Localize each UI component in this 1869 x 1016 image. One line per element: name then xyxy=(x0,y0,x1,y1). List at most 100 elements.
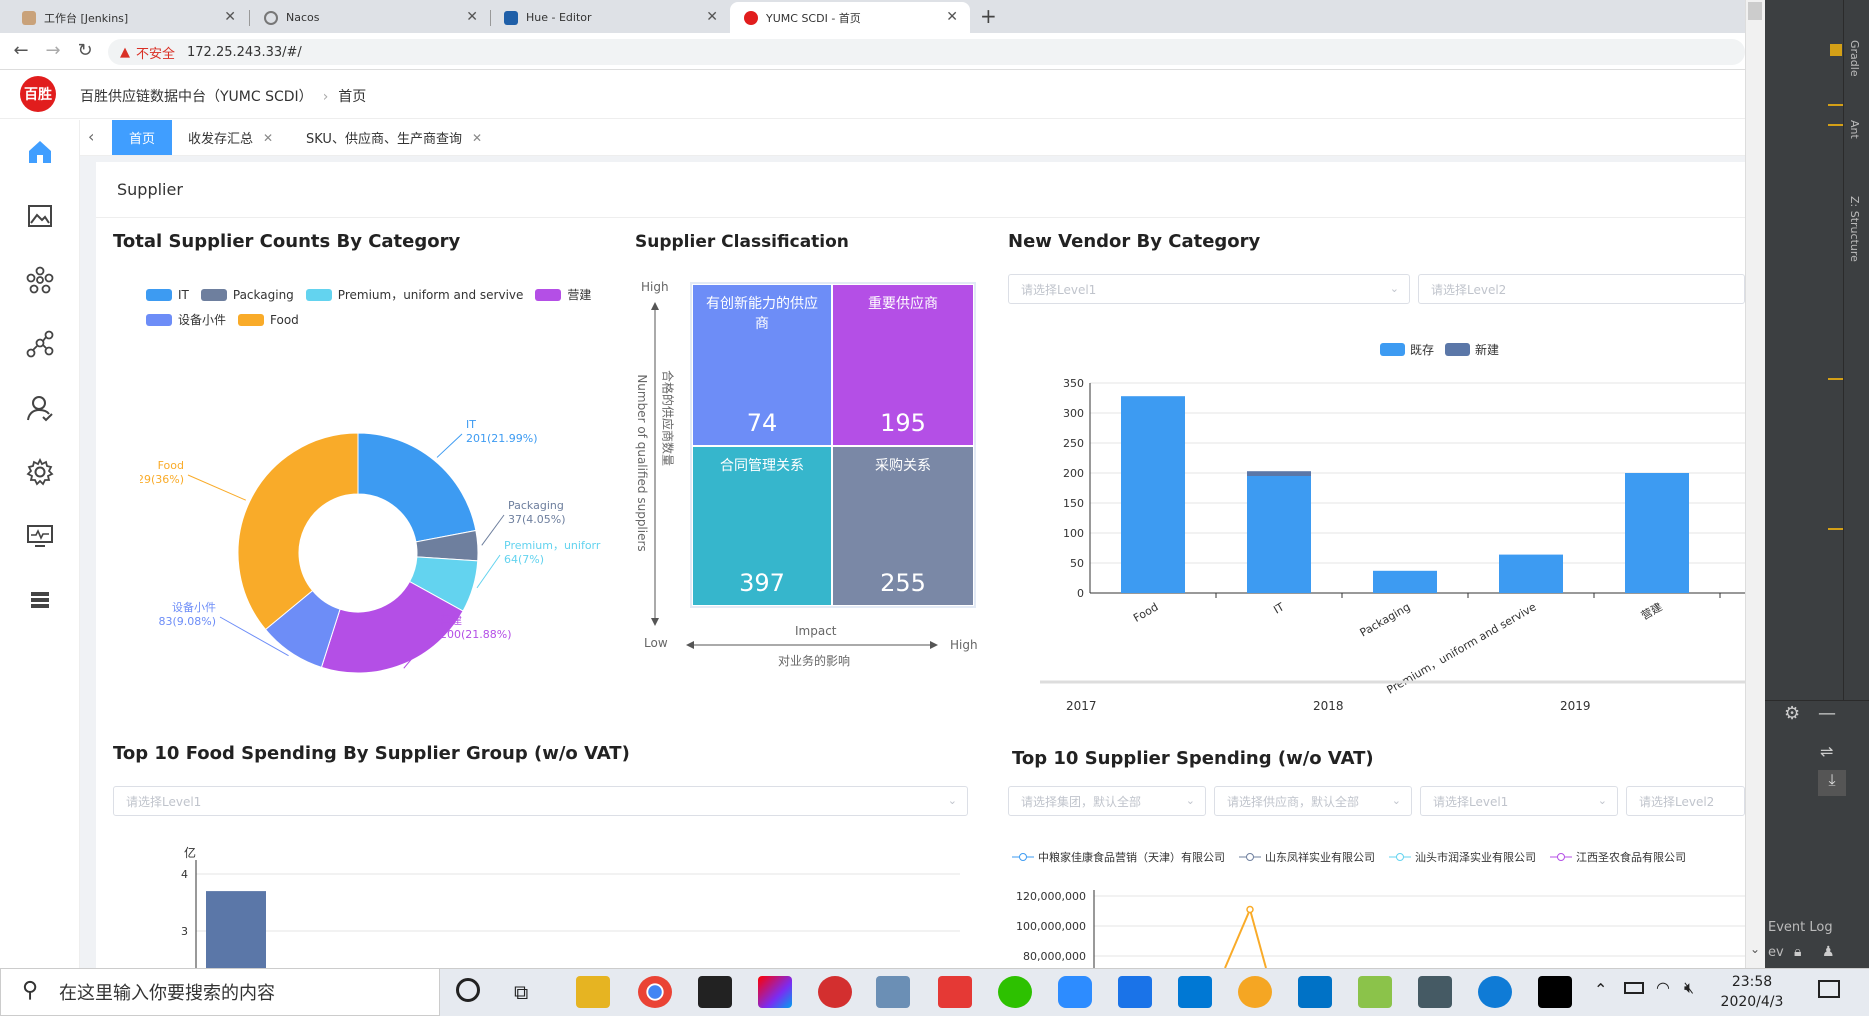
browser-tab-scdi[interactable]: YUMC SCDI - 首页 ✕ xyxy=(730,2,970,33)
edge-icon[interactable] xyxy=(1478,976,1512,1008)
breadcrumb-current[interactable]: 首页 xyxy=(338,89,366,105)
gear-icon[interactable]: ⚙ xyxy=(1784,703,1800,724)
minimize-icon[interactable]: — xyxy=(1818,703,1836,724)
image-icon[interactable] xyxy=(22,198,58,234)
new-tab-button[interactable]: + xyxy=(980,4,997,28)
pie-chart-title: Total Supplier Counts By Category xyxy=(113,231,461,252)
zoom-icon[interactable] xyxy=(1058,976,1092,1008)
tab-sku-query[interactable]: SKU、供应商、生产商查询 ✕ xyxy=(306,120,506,155)
line-legend-icon xyxy=(1389,853,1411,861)
outlook-icon[interactable] xyxy=(1298,976,1332,1008)
legend-item[interactable]: 江西圣农食品有限公司 xyxy=(1550,849,1686,865)
jetbrains-toolbox-icon[interactable] xyxy=(1538,976,1572,1008)
spend-level1-select[interactable]: 请选择Level1 ⌄ xyxy=(1420,786,1618,816)
volume-mute-icon[interactable]: 🔇︎ xyxy=(1684,978,1694,998)
url-field[interactable]: ▲ 不安全 172.25.243.33/#/ xyxy=(108,39,1745,65)
close-icon[interactable]: ✕ xyxy=(466,9,478,25)
notification-icon[interactable] xyxy=(1818,980,1840,998)
quadrant-contract[interactable]: 合同管理关系 397 xyxy=(693,447,831,605)
server-icon[interactable] xyxy=(22,582,58,618)
legend-item[interactable]: 山东凤祥实业有限公司 xyxy=(1239,849,1375,865)
legend-item[interactable]: 营建 xyxy=(535,286,591,303)
legend-item[interactable]: Packaging xyxy=(200,286,294,303)
lock-icon[interactable]: 🔒︎ xyxy=(1794,944,1801,960)
close-icon[interactable]: ✕ xyxy=(706,9,718,25)
browser-tab-jenkins[interactable]: 工作台 [Jenkins] ✕ xyxy=(8,2,248,33)
bar xyxy=(1499,554,1563,593)
home-icon[interactable] xyxy=(22,134,58,170)
monitor-icon[interactable] xyxy=(22,518,58,554)
browser-app-icon[interactable] xyxy=(1238,976,1272,1008)
close-icon[interactable]: ✕ xyxy=(946,9,958,25)
ant-tool[interactable]: Ant xyxy=(1848,120,1861,139)
flow-icon[interactable] xyxy=(22,326,58,362)
legend-label: Food xyxy=(270,312,299,327)
quadrant-innovative[interactable]: 有创新能力的供应商 74 xyxy=(693,285,831,445)
pie-label-name: 设备小件 xyxy=(172,600,216,614)
browser-tab-nacos[interactable]: Nacos ✕ xyxy=(250,2,490,33)
file-explorer-icon[interactable] xyxy=(576,976,610,1008)
scroll-up-button[interactable] xyxy=(1748,2,1762,20)
chevron-up-icon[interactable]: ⌃ xyxy=(1594,980,1607,999)
close-icon[interactable]: ✕ xyxy=(263,131,273,145)
wifi-icon[interactable]: ◠ xyxy=(1656,978,1670,997)
user-icon[interactable] xyxy=(22,390,58,426)
remote-desktop-icon[interactable] xyxy=(876,976,910,1008)
legend-item[interactable]: 中粮家佳康食品营销（天津）有限公司 xyxy=(1012,849,1225,865)
gear-icon[interactable] xyxy=(22,454,58,490)
security-label[interactable]: 不安全 xyxy=(136,43,175,62)
browser-scrollbar[interactable] xyxy=(1745,0,1765,968)
legend-swatch xyxy=(1445,343,1470,356)
spend-level2-select[interactable]: 请选择Level2 xyxy=(1626,786,1745,816)
browser-tab-title: YUMC SCDI - 首页 xyxy=(766,11,861,25)
quadrant-key-supplier[interactable]: 重要供应商 195 xyxy=(833,285,973,445)
wrap-icon[interactable]: ⇌ xyxy=(1820,742,1844,766)
legend-item[interactable]: IT xyxy=(146,286,189,303)
taskbar-clock[interactable]: 23:58 2020/4/3 xyxy=(1712,972,1792,1012)
level1-select[interactable]: 请选择Level1 ⌄ xyxy=(1008,274,1410,304)
group-select[interactable]: 请选择集团，默认全部 ⌄ xyxy=(1008,786,1206,816)
youdao-icon[interactable] xyxy=(938,976,972,1008)
scroll-down-button[interactable]: ⌄ xyxy=(1746,942,1764,962)
tab-inventory-summary[interactable]: 收发存汇总 ✕ xyxy=(188,120,300,155)
task-view-icon[interactable]: ⧉ xyxy=(514,980,528,1004)
close-icon[interactable]: ✕ xyxy=(224,9,236,25)
forward-icon[interactable]: → xyxy=(41,40,65,61)
close-icon[interactable]: ✕ xyxy=(472,131,482,145)
legend-item[interactable]: Premium，uniform and servive xyxy=(305,286,523,303)
vscode-icon[interactable] xyxy=(1178,976,1212,1008)
event-log-label[interactable]: Event Log xyxy=(1768,920,1833,935)
level2-select[interactable]: 请选择Level2 xyxy=(1418,274,1745,304)
taskbar-search-box[interactable]: 在这里输入你要搜索的内容 xyxy=(0,968,440,1016)
feishu-icon[interactable] xyxy=(1118,976,1152,1008)
chrome-icon[interactable] xyxy=(638,976,672,1008)
legend-swatch xyxy=(305,288,332,301)
redis-icon[interactable] xyxy=(818,976,852,1008)
chevron-left-icon[interactable]: ‹ xyxy=(88,127,94,146)
browser-tab-hue[interactable]: Hue - Editor ✕ xyxy=(490,2,730,33)
cortana-icon[interactable] xyxy=(456,978,480,1002)
download-icon[interactable]: ⤓ xyxy=(1818,770,1846,796)
pycharm-edu-icon[interactable] xyxy=(1358,976,1392,1008)
supplier-select[interactable]: 请选择供应商，默认全部 ⌄ xyxy=(1214,786,1412,816)
legend-item[interactable]: 汕头市润泽实业有限公司 xyxy=(1389,849,1536,865)
wechat-icon[interactable] xyxy=(998,976,1032,1008)
gradle-tool[interactable]: Gradle xyxy=(1848,40,1861,77)
legend-item[interactable]: Food xyxy=(238,313,299,327)
structure-tool[interactable]: Z: Structure xyxy=(1848,196,1861,262)
reload-icon[interactable]: ↻ xyxy=(73,40,97,61)
legend-swatch xyxy=(146,313,172,326)
terminal-icon[interactable] xyxy=(698,976,732,1008)
photos-icon[interactable] xyxy=(1418,976,1452,1008)
food-level1-select[interactable]: 请选择Level1 ⌄ xyxy=(113,786,968,816)
person-icon[interactable]: ♟ xyxy=(1822,944,1835,960)
quadrant-procurement[interactable]: 采购关系 255 xyxy=(833,447,973,605)
back-icon[interactable]: ← xyxy=(9,40,33,61)
vendor-bar-chart: 既存 新建 0 50 100 150 200 250 300 350 Food IT Packaging… xyxy=(1040,342,1745,713)
legend-item[interactable]: 设备小件 xyxy=(146,311,226,328)
intellij-icon[interactable] xyxy=(758,976,792,1008)
tab-home[interactable]: 首页 xyxy=(112,120,172,155)
pie-legend: IT Packaging Premium，uniform and servive… xyxy=(146,286,616,328)
battery-icon[interactable] xyxy=(1624,982,1644,994)
network-icon[interactable] xyxy=(22,262,58,298)
